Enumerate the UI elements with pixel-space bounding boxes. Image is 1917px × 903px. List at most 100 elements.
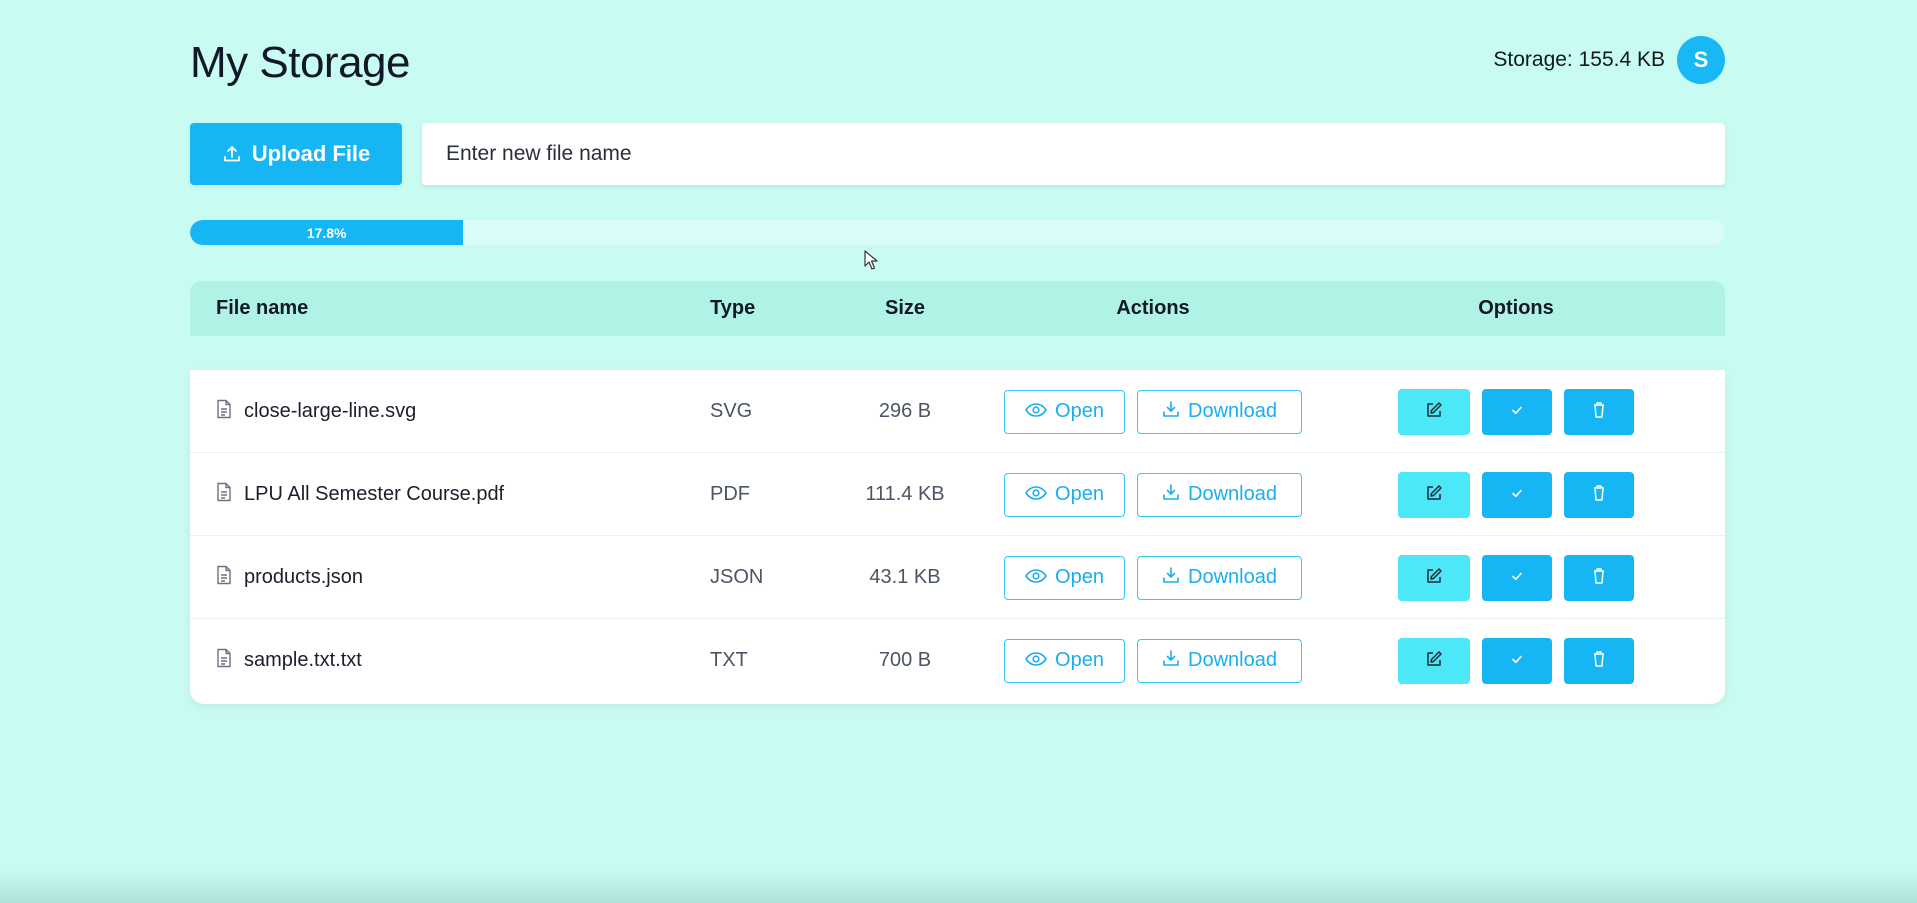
edit-icon (1425, 567, 1443, 588)
storage-summary: Storage: 155.4 KB S (1493, 36, 1725, 84)
open-button[interactable]: Open (1004, 389, 1125, 434)
column-header-size: Size (884, 297, 926, 319)
file-actions: Open Download (1004, 453, 1302, 536)
open-button[interactable]: Open (1004, 472, 1125, 517)
eye-icon (1025, 649, 1047, 672)
edit-icon (1425, 484, 1443, 505)
file-options (1398, 370, 1634, 453)
rename-button[interactable] (1398, 554, 1470, 601)
confirm-button[interactable] (1482, 471, 1552, 518)
storage-usage-text: Storage: 155.4 KB (1493, 48, 1665, 71)
download-button[interactable]: Download (1137, 555, 1302, 600)
confirm-button[interactable] (1482, 388, 1552, 435)
file-icon (216, 482, 232, 508)
file-name-cell: LPU All Semester Course.pdf (216, 453, 504, 536)
mouse-cursor-icon (864, 250, 878, 275)
trash-icon (1592, 484, 1606, 505)
file-name-cell: products.json (216, 536, 363, 619)
table-row: products.json JSON 43.1 KB Open Download (190, 536, 1725, 619)
file-actions: Open Download (1004, 370, 1302, 453)
upload-progress-label: 17.8% (306, 224, 347, 241)
file-name-cell: close-large-line.svg (216, 370, 416, 453)
file-name: sample.txt.txt (244, 649, 362, 671)
file-size: 43.1 KB (869, 566, 941, 588)
upload-file-button[interactable]: Upload File (190, 123, 402, 185)
download-label: Download (1188, 483, 1277, 505)
file-icon (216, 565, 232, 591)
open-label: Open (1055, 649, 1104, 671)
trash-icon (1592, 650, 1606, 671)
delete-button[interactable] (1564, 554, 1634, 601)
trash-icon (1592, 401, 1606, 422)
delete-button[interactable] (1564, 388, 1634, 435)
file-icon (216, 399, 232, 425)
file-type: TXT (710, 649, 748, 671)
column-header-type: Type (710, 297, 756, 319)
file-options (1398, 453, 1634, 536)
page-title: My Storage (190, 38, 410, 87)
file-options (1398, 619, 1634, 702)
file-actions: Open Download (1004, 536, 1302, 619)
eye-icon (1025, 566, 1047, 589)
rename-button[interactable] (1398, 471, 1470, 518)
check-icon (1510, 487, 1524, 502)
open-button[interactable]: Open (1004, 638, 1125, 683)
upload-progress-bar: 17.8% (190, 220, 1725, 245)
file-name: LPU All Semester Course.pdf (244, 483, 505, 505)
table-row: close-large-line.svg SVG 296 B Open Down… (190, 370, 1725, 453)
upload-toolbar: Upload File (190, 123, 1725, 185)
download-icon (1162, 483, 1180, 507)
rename-button[interactable] (1398, 637, 1470, 684)
avatar[interactable]: S (1677, 36, 1725, 84)
download-icon (1162, 649, 1180, 673)
open-label: Open (1055, 566, 1104, 588)
upload-progress-fill: 17.8% (190, 220, 464, 245)
check-icon (1510, 570, 1524, 585)
open-button[interactable]: Open (1004, 555, 1125, 600)
download-label: Download (1188, 649, 1277, 671)
download-label: Download (1188, 566, 1277, 588)
rename-button[interactable] (1398, 388, 1470, 435)
open-label: Open (1055, 400, 1104, 422)
check-icon (1510, 404, 1524, 419)
file-type: JSON (710, 566, 764, 588)
column-header-file-name: File name (216, 297, 309, 319)
file-table-header: File name Type Size Actions Options (190, 281, 1725, 336)
file-options (1398, 536, 1634, 619)
page-header: My Storage Storage: 155.4 KB S (190, 30, 1725, 90)
file-icon (216, 648, 232, 674)
confirm-button[interactable] (1482, 554, 1552, 601)
file-type: SVG (710, 400, 753, 422)
table-row: LPU All Semester Course.pdf PDF 111.4 KB… (190, 453, 1725, 536)
download-icon (1162, 400, 1180, 424)
file-actions: Open Download (1004, 619, 1302, 702)
file-table-body: close-large-line.svg SVG 296 B Open Down… (190, 370, 1725, 704)
file-name-cell: sample.txt.txt (216, 619, 362, 702)
trash-icon (1592, 567, 1606, 588)
confirm-button[interactable] (1482, 637, 1552, 684)
eye-icon (1025, 400, 1047, 423)
bottom-shadow-band (0, 870, 1917, 903)
download-button[interactable]: Download (1137, 389, 1302, 434)
download-button[interactable]: Download (1137, 638, 1302, 683)
new-file-name-input[interactable] (422, 123, 1725, 185)
download-button[interactable]: Download (1137, 472, 1302, 517)
file-name: products.json (244, 566, 363, 588)
file-size: 111.4 KB (865, 483, 945, 505)
eye-icon (1025, 483, 1047, 506)
download-label: Download (1188, 400, 1277, 422)
column-header-actions: Actions (1116, 297, 1190, 319)
download-icon (1162, 566, 1180, 590)
file-size: 700 B (878, 649, 932, 671)
file-size: 296 B (878, 400, 932, 422)
file-type: PDF (710, 483, 750, 505)
column-header-options: Options (1478, 297, 1554, 319)
check-icon (1510, 653, 1524, 668)
delete-button[interactable] (1564, 471, 1634, 518)
upload-file-label: Upload File (251, 141, 371, 166)
delete-button[interactable] (1564, 637, 1634, 684)
table-row: sample.txt.txt TXT 700 B Open Download (190, 619, 1725, 702)
file-name: close-large-line.svg (244, 400, 417, 422)
upload-icon (222, 144, 242, 164)
edit-icon (1425, 650, 1443, 671)
